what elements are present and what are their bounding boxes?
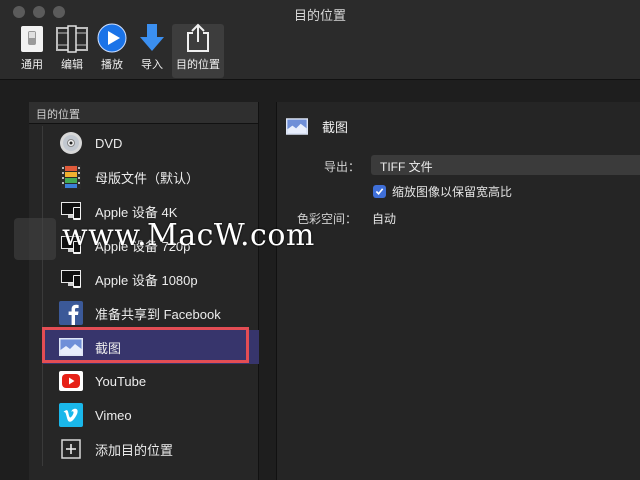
destination-item-master-file[interactable]: 母版文件（默认） [43, 160, 259, 194]
checkmark-icon [375, 188, 384, 195]
tab-label: 目的位置 [176, 59, 220, 71]
apple-devices-icon [59, 267, 83, 291]
destination-label: YouTube [95, 373, 147, 389]
destination-detail-panel: 截图 导出： TIFF 文件 缩放图像以保留宽高比 色彩空间： 自动 [276, 102, 640, 480]
film-edit-icon [55, 24, 89, 53]
destination-label: 截图 [95, 340, 122, 356]
youtube-icon [59, 369, 83, 393]
tab-label: 通用 [21, 59, 43, 71]
screenshot-icon [59, 335, 83, 359]
color-space-label: 色彩空间： [297, 212, 358, 226]
add-icon [59, 437, 83, 461]
apple-devices-icon [59, 233, 83, 257]
destination-item-screenshot[interactable]: 截图 [43, 330, 259, 364]
destination-label: Vimeo [95, 407, 132, 423]
destination-item-dvd[interactable]: DVD [43, 126, 259, 160]
destinations-sidebar: 目的位置 DVD 母版文件（默认） Apple 设备 4K Apple 设备 7… [29, 102, 259, 480]
tab-editing[interactable]: 编辑 [53, 24, 91, 78]
destination-item-apple-720p[interactable]: Apple 设备 720p [43, 228, 259, 262]
color-space-value: 自动 [372, 212, 397, 226]
tab-import[interactable]: 导入 [134, 24, 170, 78]
destination-label: 准备共享到 Facebook [95, 306, 221, 322]
destination-label: Apple 设备 4K [95, 204, 178, 220]
vimeo-icon [59, 403, 83, 427]
destination-item-apple-4k[interactable]: Apple 设备 4K [43, 194, 259, 228]
title-bar: 目的位置 [0, 0, 640, 24]
tab-label: 导入 [141, 59, 163, 71]
export-label: 导出： [324, 160, 361, 174]
detail-title: 截图 [322, 120, 349, 135]
destinations-list: DVD 母版文件（默认） Apple 设备 4K Apple 设备 720p A… [42, 126, 259, 466]
download-arrow-icon [135, 23, 169, 53]
tab-label: 编辑 [61, 59, 83, 71]
destination-item-apple-1080p[interactable]: Apple 设备 1080p [43, 262, 259, 296]
tab-playback[interactable]: 播放 [94, 23, 130, 78]
destination-item-facebook[interactable]: 准备共享到 Facebook [43, 296, 259, 330]
film-strip-icon [59, 165, 83, 189]
preserve-aspect-checkbox-row[interactable]: 缩放图像以保留宽高比 [373, 183, 512, 200]
tab-label: 播放 [101, 59, 123, 71]
preserve-aspect-label: 缩放图像以保留宽高比 [392, 185, 513, 199]
sidebar-header: 目的位置 [29, 102, 258, 124]
destination-item-youtube[interactable]: YouTube [43, 364, 259, 398]
switch-icon [15, 24, 49, 53]
destination-item-vimeo[interactable]: Vimeo [43, 398, 259, 432]
export-format-popup[interactable]: TIFF 文件 [371, 155, 640, 175]
share-icon [181, 23, 215, 53]
tab-destinations[interactable]: 目的位置 [172, 23, 224, 78]
add-destination-button[interactable]: 添加目的位置 [43, 432, 259, 466]
facebook-icon [59, 301, 83, 325]
tab-general[interactable]: 通用 [14, 24, 50, 78]
detail-header: 截图 [286, 117, 348, 136]
destination-label: DVD [95, 135, 123, 151]
destination-label: 添加目的位置 [95, 442, 174, 458]
apple-devices-icon [59, 199, 83, 223]
play-icon [95, 23, 129, 53]
main-content: 目的位置 DVD 母版文件（默认） Apple 设备 4K Apple 设备 7… [0, 81, 640, 480]
window-title: 目的位置 [293, 8, 346, 23]
dvd-icon [59, 131, 83, 155]
preferences-toolbar: 通用 编辑 播放 导入 目的位置 [0, 23, 640, 80]
destination-label: Apple 设备 720p [95, 238, 191, 254]
destination-label: 母版文件（默认） [95, 170, 200, 186]
screenshot-icon [286, 118, 308, 135]
preserve-aspect-checkbox[interactable] [373, 185, 386, 198]
destination-label: Apple 设备 1080p [95, 272, 198, 288]
export-format-value: TIFF 文件 [380, 160, 433, 174]
